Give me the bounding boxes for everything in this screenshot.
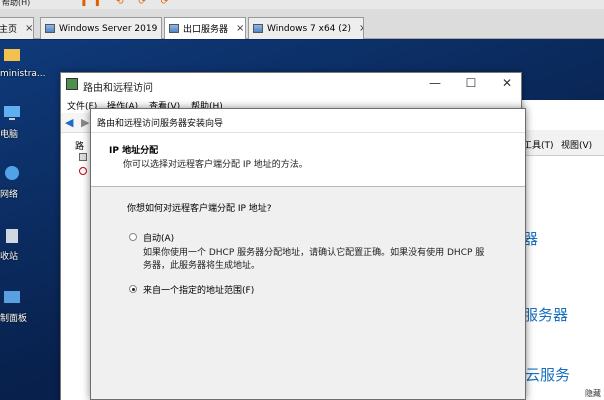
menu-tools[interactable]: 工具(T) xyxy=(523,138,554,151)
tab-exit-server[interactable]: 出口服务器 × xyxy=(164,17,246,39)
tab-windows-7[interactable]: Windows 7 x64 (2) × xyxy=(248,17,364,39)
vmware-toolbar-icons[interactable]: ❚❚ ⟲ ⟳ ⟳ xyxy=(80,0,174,7)
tree-item-rra[interactable]: 路 xyxy=(75,139,84,152)
desktop-icon-label: 电脑 xyxy=(0,130,19,140)
maximize-button[interactable]: ☐ xyxy=(459,76,483,94)
desktop-icon-label: 收站 xyxy=(0,252,19,262)
wizard-body: 你想如何对远程客户端分配 IP 地址? 自动(A) 如果你使用一个 DHCP 服… xyxy=(91,187,525,399)
desktop-icon-label: ministra... xyxy=(0,69,46,79)
wizard-titlebar: 路由和远程访问服务器安装向导 xyxy=(91,109,525,133)
server-manager-link[interactable]: 服务器 xyxy=(523,304,568,325)
rra-titlebar: 路由和远程访问 — ☐ ✕ xyxy=(61,73,521,97)
vmware-help-menu[interactable]: 帮助(H) xyxy=(2,0,30,8)
tab-label: Windows 7 x64 (2) xyxy=(267,23,352,34)
computer-icon xyxy=(4,106,20,120)
desktop-icon-network[interactable]: 网络 xyxy=(0,164,44,200)
desktop-icon-administrator[interactable]: ministra... xyxy=(0,46,46,79)
tab-home[interactable]: 主页 × xyxy=(0,17,34,39)
tab-label: Windows Server 2019 xyxy=(59,23,158,34)
desktop-icon-recycle-bin[interactable]: 收站 xyxy=(0,226,44,262)
wizard-page-heading: IP 地址分配 xyxy=(109,146,159,156)
desktop-icon-label: 网络 xyxy=(0,190,19,200)
back-arrow-icon[interactable]: ◀ xyxy=(65,116,79,130)
minimize-button[interactable]: — xyxy=(423,76,447,94)
hide-link[interactable]: 隐藏 xyxy=(585,388,601,399)
vmware-menubar: 帮助(H) ❚❚ ⟲ ⟳ ⟳ xyxy=(0,0,604,9)
wizard-title: 路由和远程访问服务器安装向导 xyxy=(97,119,224,129)
close-icon[interactable]: × xyxy=(351,23,363,34)
rra-app-icon xyxy=(66,78,78,90)
desktop-icon-this-pc[interactable]: 电脑 xyxy=(0,104,44,140)
rra-tree-pane: 路 xyxy=(61,133,91,400)
menu-view[interactable]: 视图(V) xyxy=(561,138,592,151)
rra-window-title: 路由和远程访问 xyxy=(83,83,153,94)
vm-icon xyxy=(253,24,263,33)
vm-icon xyxy=(169,24,179,33)
wizard-header: IP 地址分配 你可以选择对远程客户端分配 IP 地址的方法。 xyxy=(91,133,525,187)
close-icon[interactable]: × xyxy=(228,23,244,34)
close-button[interactable]: ✕ xyxy=(495,76,519,94)
radio-automatic[interactable] xyxy=(129,233,137,241)
automatic-description: 如果你使用一个 DHCP 服务器分配地址，请确认它配置正确。如果没有使用 DHC… xyxy=(143,248,485,271)
radio-specified-range-label[interactable]: 来自一个指定的地址范围(F) xyxy=(143,283,254,296)
radio-automatic-label[interactable]: 自动(A) xyxy=(143,231,174,244)
radio-specified-range[interactable] xyxy=(129,285,137,293)
close-icon[interactable]: × xyxy=(17,23,33,34)
server-node-icon[interactable] xyxy=(79,153,87,161)
tab-windows-server-2019[interactable]: Windows Server 2019 × xyxy=(40,17,162,39)
vmware-tab-bar: 主页 × Windows Server 2019 × 出口服务器 × Windo… xyxy=(0,9,604,39)
setup-wizard-dialog: 路由和远程访问服务器安装向导 IP 地址分配 你可以选择对远程客户端分配 IP … xyxy=(90,108,526,400)
tab-label: 出口服务器 xyxy=(183,25,229,35)
close-icon[interactable]: × xyxy=(157,23,161,34)
recycle-bin-icon xyxy=(6,229,18,243)
network-icon xyxy=(5,166,19,180)
desktop-icon-label: 制面板 xyxy=(0,314,28,324)
server-status-icon[interactable] xyxy=(79,167,87,175)
tab-label: 主页 xyxy=(0,25,18,35)
control-panel-icon xyxy=(4,291,20,303)
ip-assignment-question: 你想如何对远程客户端分配 IP 地址? xyxy=(127,204,272,214)
desktop-icon-control-panel[interactable]: 制面板 xyxy=(0,288,44,324)
server-manager-link[interactable]: 云服务 xyxy=(525,364,570,385)
user-folder-icon xyxy=(4,49,20,61)
vm-icon xyxy=(45,24,55,33)
wizard-page-subheading: 你可以选择对远程客户端分配 IP 地址的方法。 xyxy=(123,160,308,170)
